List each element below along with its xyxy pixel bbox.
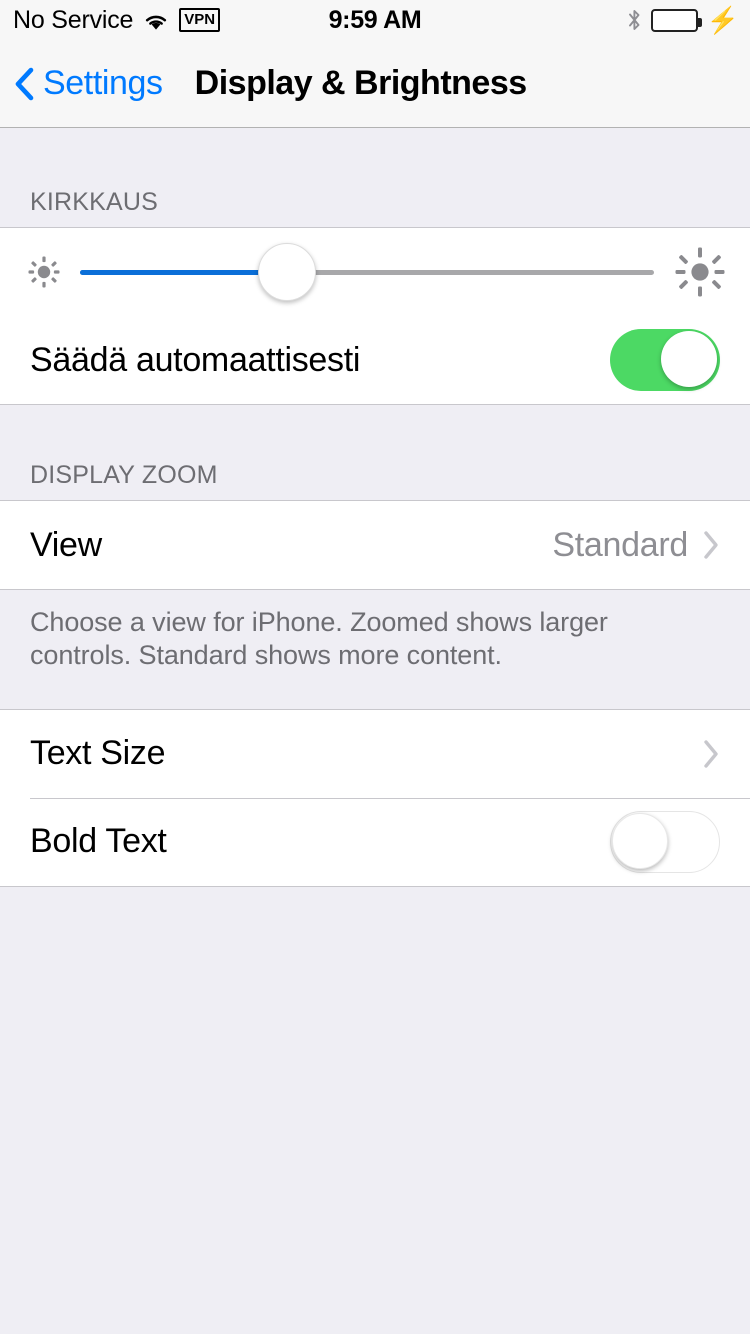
text-size-label: Text Size (30, 734, 166, 773)
chevron-left-icon (14, 67, 34, 101)
brightness-slider[interactable] (80, 243, 654, 301)
battery-icon (650, 8, 702, 32)
view-row[interactable]: View Standard (0, 501, 750, 589)
auto-brightness-label: Säädä automaattisesti (30, 340, 361, 379)
auto-brightness-toggle[interactable] (610, 329, 720, 391)
text-size-accessory (702, 738, 720, 770)
bold-text-row[interactable]: Bold Text (0, 797, 750, 886)
navigation-bar: Settings Display & Brightness (0, 40, 750, 128)
back-button-label: Settings (43, 64, 163, 102)
text-cell-group: Text Size Bold Text (0, 708, 750, 887)
sun-large-icon (672, 244, 728, 300)
display-zoom-cell-group: View Standard (0, 500, 750, 590)
brightness-cell-group: Säädä automaattisesti (0, 227, 750, 405)
clock-label: 9:59 AM (328, 5, 422, 34)
brightness-slider-row[interactable] (0, 228, 750, 316)
toggle-knob (661, 331, 717, 387)
bold-text-label: Bold Text (30, 822, 167, 861)
slider-track-fill (80, 269, 287, 275)
toggle-knob (612, 812, 668, 869)
display-zoom-section-header: DISPLAY ZOOM (30, 461, 218, 489)
back-button[interactable]: Settings (0, 64, 163, 103)
view-row-label: View (30, 525, 102, 564)
brightness-section-header: KIRKKAUS (30, 188, 159, 216)
page-title: Display & Brightness (194, 64, 527, 102)
chevron-right-icon (702, 529, 720, 561)
text-size-row[interactable]: Text Size (0, 709, 750, 798)
sun-small-icon (22, 250, 66, 294)
view-row-value: Standard (552, 525, 688, 564)
settings-screen: No Service VPN 9:59 AM ⚡ Settings Displa… (0, 0, 750, 1334)
status-bar: No Service VPN 9:59 AM ⚡ (0, 0, 750, 40)
bold-text-toggle[interactable] (610, 810, 720, 873)
brightness-section-spacer (0, 128, 750, 188)
slider-thumb[interactable] (257, 243, 316, 301)
auto-brightness-row[interactable]: Säädä automaattisesti (0, 316, 750, 404)
chevron-right-icon (702, 738, 720, 770)
display-zoom-footer-note: Choose a view for iPhone. Zoomed shows l… (30, 607, 608, 671)
text-section-spacer (0, 673, 750, 709)
display-zoom-spacer (0, 405, 750, 461)
